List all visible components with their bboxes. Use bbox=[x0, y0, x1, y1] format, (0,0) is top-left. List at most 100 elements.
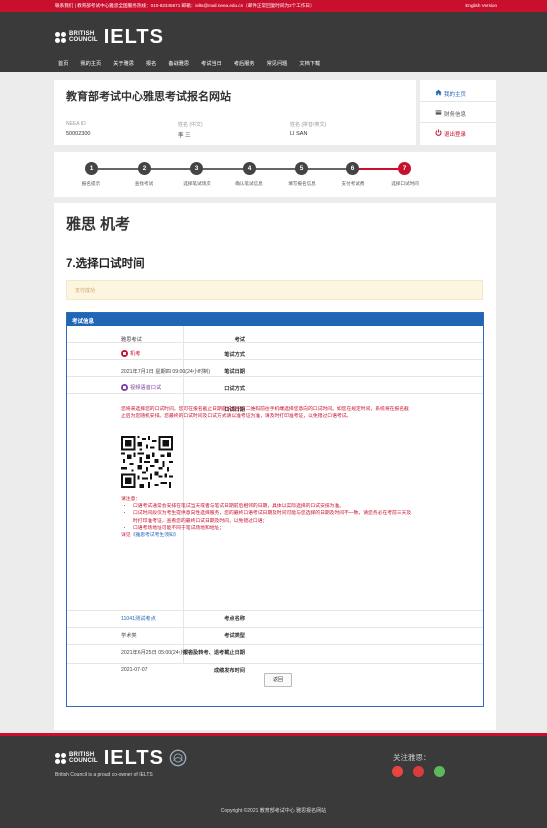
notes-section: 请注意： 口语考试通常会安排在笔试当天或者与笔试日期前后相邻的日期，具体以实际选… bbox=[121, 496, 415, 539]
step-connector-active bbox=[357, 168, 398, 170]
neea-id-value: 50002300 bbox=[66, 131, 91, 137]
nav-item-my-page[interactable]: 我的主页 bbox=[80, 60, 101, 69]
contact-info: 联系我们 | 教育部考试中心雅思全国服务热线：010-82345671 邮箱：i… bbox=[55, 3, 315, 8]
step-3: 3 bbox=[190, 162, 203, 175]
oral-date-instructions: 您将来选择您的口试时间，您可在报名截止日期前扫描下方二维码前往手机端选择您意向的… bbox=[121, 407, 409, 420]
oral-mode-label: 口试方式 bbox=[224, 386, 245, 392]
neea-emblem-icon bbox=[169, 749, 187, 767]
divider bbox=[420, 101, 496, 102]
step-2-label: 查找考试 bbox=[134, 181, 154, 186]
qr-code[interactable] bbox=[121, 436, 173, 488]
nav-item-downloads[interactable]: 文档下载 bbox=[299, 60, 320, 69]
exam-value: 雅思考试 bbox=[121, 337, 142, 343]
computer-icon bbox=[121, 350, 128, 358]
nav-item-home[interactable]: 首页 bbox=[58, 60, 68, 69]
row-divider bbox=[67, 644, 483, 645]
notes-title: 请注意： bbox=[121, 497, 141, 502]
step-6-label: 支付考试费 bbox=[341, 181, 365, 186]
british-council-wordmark: BRITISH COUNCIL bbox=[69, 30, 98, 44]
note-item: 口语考试通常会安排在笔试当天或者与笔试日期前后相邻的日期，具体以实际选择的口试安… bbox=[133, 503, 415, 510]
written-mode-value: 机考 bbox=[121, 350, 140, 358]
step-5-label: 填写报名信息 bbox=[288, 181, 316, 186]
note-item: 口试时间段仅为考生提供意向性选择服务，您的最终口语考试日期及时间可能与您选择的日… bbox=[133, 510, 415, 524]
step-1-label: 报名提示 bbox=[81, 181, 101, 186]
nav-item-faq[interactable]: 常见问题 bbox=[267, 60, 288, 69]
exam-label: 考试 bbox=[234, 337, 245, 343]
british-council-wordmark: BRITISH COUNCIL bbox=[69, 751, 98, 765]
follow-label: 关注雅思： bbox=[393, 753, 431, 762]
step-1: 1 bbox=[85, 162, 98, 175]
written-mode-label: 笔试方式 bbox=[224, 352, 245, 358]
result-date-value: 2021-07-07 bbox=[121, 667, 148, 673]
note-item: 口语考场地址可能不同于笔试场地和地址； bbox=[133, 525, 415, 532]
row-divider bbox=[67, 663, 483, 664]
my-home-link[interactable]: 我的主页 bbox=[444, 90, 466, 98]
center-value: 11041测试考点 bbox=[121, 616, 156, 622]
step-5: 5 bbox=[295, 162, 308, 175]
nav-item-register[interactable]: 报名 bbox=[146, 60, 156, 69]
notes-link-line: 详见《雅思考试考生须知》 bbox=[121, 533, 179, 539]
ielts-wordmark: IELTS bbox=[103, 747, 164, 769]
footer-caption: British Council is a proud co-owner of I… bbox=[55, 772, 153, 778]
written-date-label: 笔试日期 bbox=[224, 369, 245, 375]
chinese-name-label: 姓名 (中文) bbox=[178, 122, 203, 128]
nav-item-about[interactable]: 关于雅思 bbox=[113, 60, 134, 69]
ielts-logo[interactable]: BRITISH COUNCIL IELTS bbox=[55, 27, 164, 47]
step-title: 7.选择口试时间 bbox=[66, 258, 145, 270]
british-council-dots-icon bbox=[55, 31, 66, 43]
step-connector bbox=[98, 168, 351, 170]
british-council-dots-icon bbox=[55, 752, 66, 764]
step-4: 4 bbox=[243, 162, 256, 175]
row-divider bbox=[67, 376, 483, 377]
step-3-label: 选择笔试场次 bbox=[183, 181, 211, 186]
video-icon bbox=[121, 384, 128, 392]
deadline-value: 2021年6月25日 05:00(24小时制) bbox=[121, 650, 196, 656]
category-value: 学术类 bbox=[121, 633, 137, 639]
finance-info-link[interactable]: 财务信息 bbox=[444, 110, 466, 118]
app-icon[interactable] bbox=[413, 766, 424, 777]
back-button[interactable]: 返回 bbox=[264, 673, 292, 687]
power-icon bbox=[435, 129, 442, 136]
table-header: 考试信息 bbox=[67, 313, 483, 326]
footer-ielts-logo[interactable]: BRITISH COUNCIL IELTS bbox=[55, 748, 187, 768]
main-nav: 首页 我的主页 关于雅思 报名 备战雅思 考试当日 考后服务 常见问题 文档下载 bbox=[58, 60, 332, 69]
result-date-label: 成绩发布时间 bbox=[213, 668, 245, 674]
written-date-value: 2021年7月1日 星期四 09:00(24小时制) bbox=[121, 369, 211, 375]
account-links: 我的主页 财务信息 退出登录 bbox=[420, 80, 496, 145]
notes-list: 口语考试通常会安排在笔试当天或者与笔试日期前后相邻的日期，具体以实际选择的口试安… bbox=[121, 503, 415, 532]
top-bar: 联系我们 | 教育部考试中心雅思全国服务热线：010-82345671 邮箱：i… bbox=[0, 0, 547, 12]
wechat-icon[interactable] bbox=[434, 766, 445, 777]
row-divider bbox=[67, 627, 483, 628]
pinyin-name-value: LI SAN bbox=[290, 131, 308, 137]
finance-icon bbox=[435, 110, 442, 115]
page-title: 教育部考试中心雅思考试报名网站 bbox=[66, 91, 231, 103]
step-6: 6 bbox=[346, 162, 359, 175]
nav-item-prepare[interactable]: 备战雅思 bbox=[168, 60, 189, 69]
logout-link[interactable]: 退出登录 bbox=[444, 130, 466, 138]
oral-mode-value: 视频语音口试 bbox=[121, 384, 161, 392]
neea-id-label: NEEA ID bbox=[66, 121, 86, 127]
step-4-label: 确认笔试信息 bbox=[235, 181, 263, 186]
payment-success-alert: 支付成功 bbox=[66, 280, 483, 300]
step-progress bbox=[54, 152, 496, 197]
row-divider bbox=[67, 359, 483, 360]
chinese-name-value: 李 三 bbox=[178, 133, 191, 139]
copyright: Copyright ©2021 教育部考试中心 雅思报名网站 bbox=[220, 808, 327, 814]
nav-item-test-day[interactable]: 考试当日 bbox=[201, 60, 222, 69]
alert-text: 支付成功 bbox=[75, 288, 96, 294]
center-label: 考点名称 bbox=[224, 616, 245, 622]
exam-title: 雅思 机考 bbox=[66, 216, 131, 233]
row-divider bbox=[67, 393, 483, 394]
pinyin-name-label: 姓名 (拼音/英文) bbox=[290, 122, 327, 128]
english-version-link[interactable]: English Version bbox=[465, 3, 497, 8]
divider bbox=[420, 122, 496, 123]
candidate-notice-link[interactable]: 《雅思考试考生须知》 bbox=[131, 533, 179, 538]
step-7-current: 7 bbox=[398, 162, 411, 175]
home-icon bbox=[435, 89, 442, 96]
category-label: 考试类型 bbox=[224, 633, 245, 639]
ielts-wordmark: IELTS bbox=[103, 26, 164, 48]
step-2: 2 bbox=[138, 162, 151, 175]
row-divider bbox=[67, 610, 483, 611]
weibo-icon[interactable] bbox=[392, 766, 403, 777]
nav-item-after-test[interactable]: 考后服务 bbox=[234, 60, 255, 69]
